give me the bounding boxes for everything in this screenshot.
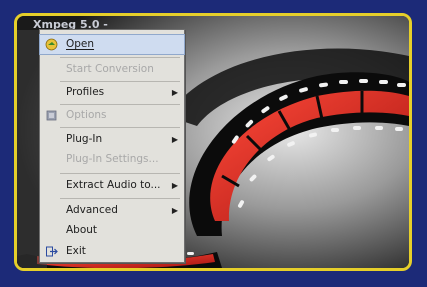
menu-item-exit[interactable]: Exit [40,242,184,261]
menu-item-extract-audio[interactable]: Extract Audio to... ▶ [40,176,184,195]
menu-separator [60,57,180,58]
menu-item-label: Advanced [66,204,118,216]
menu-item-label: Plug-In [66,133,103,145]
menu-item-label: Open [66,38,95,50]
menu-item-plug-in-settings[interactable]: Plug-In Settings... [40,150,184,169]
open-icon [45,38,58,51]
menu-item-profiles[interactable]: Profiles ▶ [40,83,184,102]
file-menu: Open Start Conversion Profiles ▶ Options [39,29,185,263]
menu-separator [60,81,180,82]
menu-item-label: Options [66,109,107,121]
menu-item-label: Start Conversion [66,63,154,75]
app-window: Xmpeg 5.0 - Open Start Conversion Profil… [14,13,412,271]
menu-item-advanced[interactable]: Advanced ▶ [40,201,184,220]
menu-item-about[interactable]: About [40,221,184,240]
submenu-arrow-icon: ▶ [171,88,178,97]
menu-item-label: About [66,224,98,236]
exit-icon [46,246,58,257]
submenu-arrow-icon: ▶ [171,181,178,190]
screenshot-frame: Xmpeg 5.0 - Open Start Conversion Profil… [0,0,427,287]
menu-separator [60,173,180,174]
menu-item-open[interactable]: Open [39,34,185,55]
submenu-arrow-icon: ▶ [171,206,178,215]
menu-item-options[interactable]: Options [40,106,184,125]
menu-item-start-conversion[interactable]: Start Conversion [40,60,184,79]
menu-separator [60,127,180,128]
menu-item-label: Extract Audio to... [66,179,161,191]
menu-separator [60,104,180,105]
submenu-arrow-icon: ▶ [171,135,178,144]
menu-item-label: Plug-In Settings... [66,153,159,165]
menu-item-label: Exit [66,245,86,257]
menu-separator [60,198,180,199]
menu-item-label: Profiles [66,86,105,98]
menu-item-plug-in[interactable]: Plug-In ▶ [40,130,184,149]
options-icon [46,110,57,121]
